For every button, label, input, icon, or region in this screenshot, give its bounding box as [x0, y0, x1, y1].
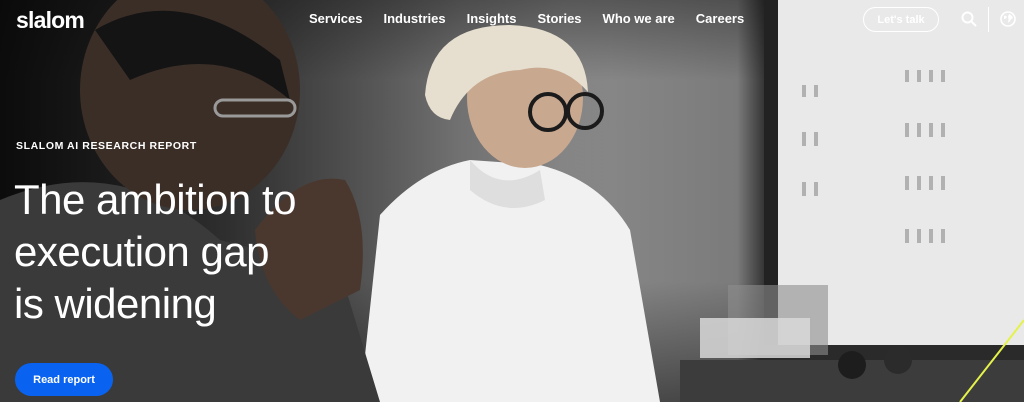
nav-item-who-we-are[interactable]: Who we are	[603, 11, 675, 26]
read-report-button[interactable]: Read report	[15, 363, 113, 396]
headline-line-1: The ambition to	[14, 176, 297, 223]
nav-item-careers[interactable]: Careers	[696, 11, 744, 26]
nav-item-industries[interactable]: Industries	[384, 11, 446, 26]
search-icon[interactable]	[960, 10, 978, 28]
nav-divider	[988, 7, 989, 32]
nav-item-services[interactable]: Services	[309, 11, 363, 26]
globe-icon[interactable]	[999, 10, 1017, 28]
slalom-logo[interactable]: slalom	[16, 7, 85, 34]
headline-line-2: execution gap	[14, 228, 270, 275]
lets-talk-button[interactable]: Let's talk	[863, 7, 939, 32]
hero-eyebrow: SLALOM AI RESEARCH REPORT	[16, 140, 197, 152]
main-nav: Services Industries Insights Stories Who…	[309, 11, 744, 26]
hero-headline: The ambition to execution gap is widenin…	[14, 174, 374, 330]
headline-line-3: is widening	[14, 280, 217, 327]
nav-item-insights[interactable]: Insights	[467, 11, 517, 26]
nav-item-stories[interactable]: Stories	[537, 11, 581, 26]
